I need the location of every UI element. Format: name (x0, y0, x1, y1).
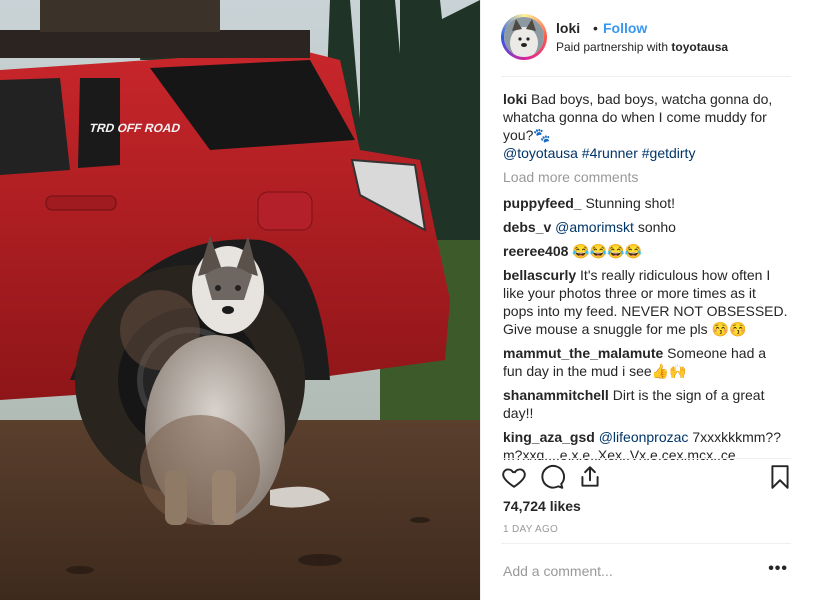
header-divider (501, 76, 791, 77)
caption: loki Bad boys, bad boys, watcha gonna do… (503, 90, 788, 162)
comments-list[interactable]: loki Bad boys, bad boys, watcha gonna do… (503, 90, 788, 460)
comment-text: sonho (637, 219, 676, 235)
comment-item: puppyfeed_ Stunning shot! (503, 194, 788, 212)
add-comment-input[interactable]: Add a comment... (503, 563, 613, 579)
comment-divider (501, 543, 791, 544)
comment-item: king_aza_gsd @lifeonprozac 7xxxkkkmm?? m… (503, 428, 788, 460)
more-options-icon[interactable]: ••• (768, 560, 788, 578)
separator-dot: • (593, 20, 598, 36)
comment-icon[interactable] (539, 464, 565, 495)
svg-text:TRD OFF ROAD: TRD OFF ROAD (88, 121, 182, 135)
comment-item: bellascurly It's really ridiculous how o… (503, 266, 788, 338)
caption-text: Bad boys, bad boys, watcha gonna do, wha… (503, 91, 773, 143)
comment-item: shanammitchell Dirt is the sign of a gre… (503, 386, 788, 422)
comment-mention[interactable]: @lifeonprozac (599, 429, 689, 445)
paid-partnership-label: Paid partnership with toyotausa (556, 40, 728, 54)
comment-text: 😂😂😂😂 (572, 243, 643, 259)
comment-username[interactable]: reeree408 (503, 243, 568, 259)
action-bar (501, 462, 801, 498)
post-header: loki • Follow Paid partnership with toyo… (481, 0, 815, 76)
follow-button[interactable]: Follow (603, 20, 647, 36)
comment-text: Stunning shot! (585, 195, 675, 211)
post-photo[interactable]: TRD OFF ROAD (0, 0, 480, 600)
caption-tags[interactable]: @toyotausa #4runner #getdirty (503, 145, 695, 161)
comment-username[interactable]: bellascurly (503, 267, 576, 283)
comment-item: debs_v @amorimskt sonho (503, 218, 788, 236)
comment-username[interactable]: debs_v (503, 219, 551, 235)
post-username[interactable]: loki (556, 20, 580, 36)
post-sidebar: loki • Follow Paid partnership with toyo… (480, 0, 815, 600)
bookmark-icon[interactable] (767, 464, 793, 495)
comment-item: mammut_the_malamute Someone had a fun da… (503, 344, 788, 380)
comment-username[interactable]: shanammitchell (503, 387, 609, 403)
avatar[interactable] (501, 14, 547, 60)
post-timestamp[interactable]: 1 DAY AGO (503, 524, 558, 535)
comment-username[interactable]: mammut_the_malamute (503, 345, 663, 361)
load-more-comments-button[interactable]: Load more comments (503, 168, 788, 186)
partnership-prefix: Paid partnership with (556, 40, 669, 54)
comment-item: reeree408 😂😂😂😂 (503, 242, 788, 260)
partner-link[interactable]: toyotausa (671, 40, 728, 54)
share-icon[interactable] (577, 464, 603, 495)
post-image: TRD OFF ROAD (0, 0, 480, 600)
heart-icon[interactable] (501, 464, 527, 495)
comment-username[interactable]: king_aza_gsd (503, 429, 595, 445)
likes-count[interactable]: 74,724 likes (503, 498, 581, 514)
actions-divider (501, 458, 791, 459)
comment-username[interactable]: puppyfeed_ (503, 195, 582, 211)
comment-mention[interactable]: @amorimskt (555, 219, 634, 235)
caption-username[interactable]: loki (503, 91, 527, 107)
instagram-post: TRD OFF ROAD loki • Follow Paid partners… (0, 0, 815, 600)
avatar-image (504, 17, 544, 57)
